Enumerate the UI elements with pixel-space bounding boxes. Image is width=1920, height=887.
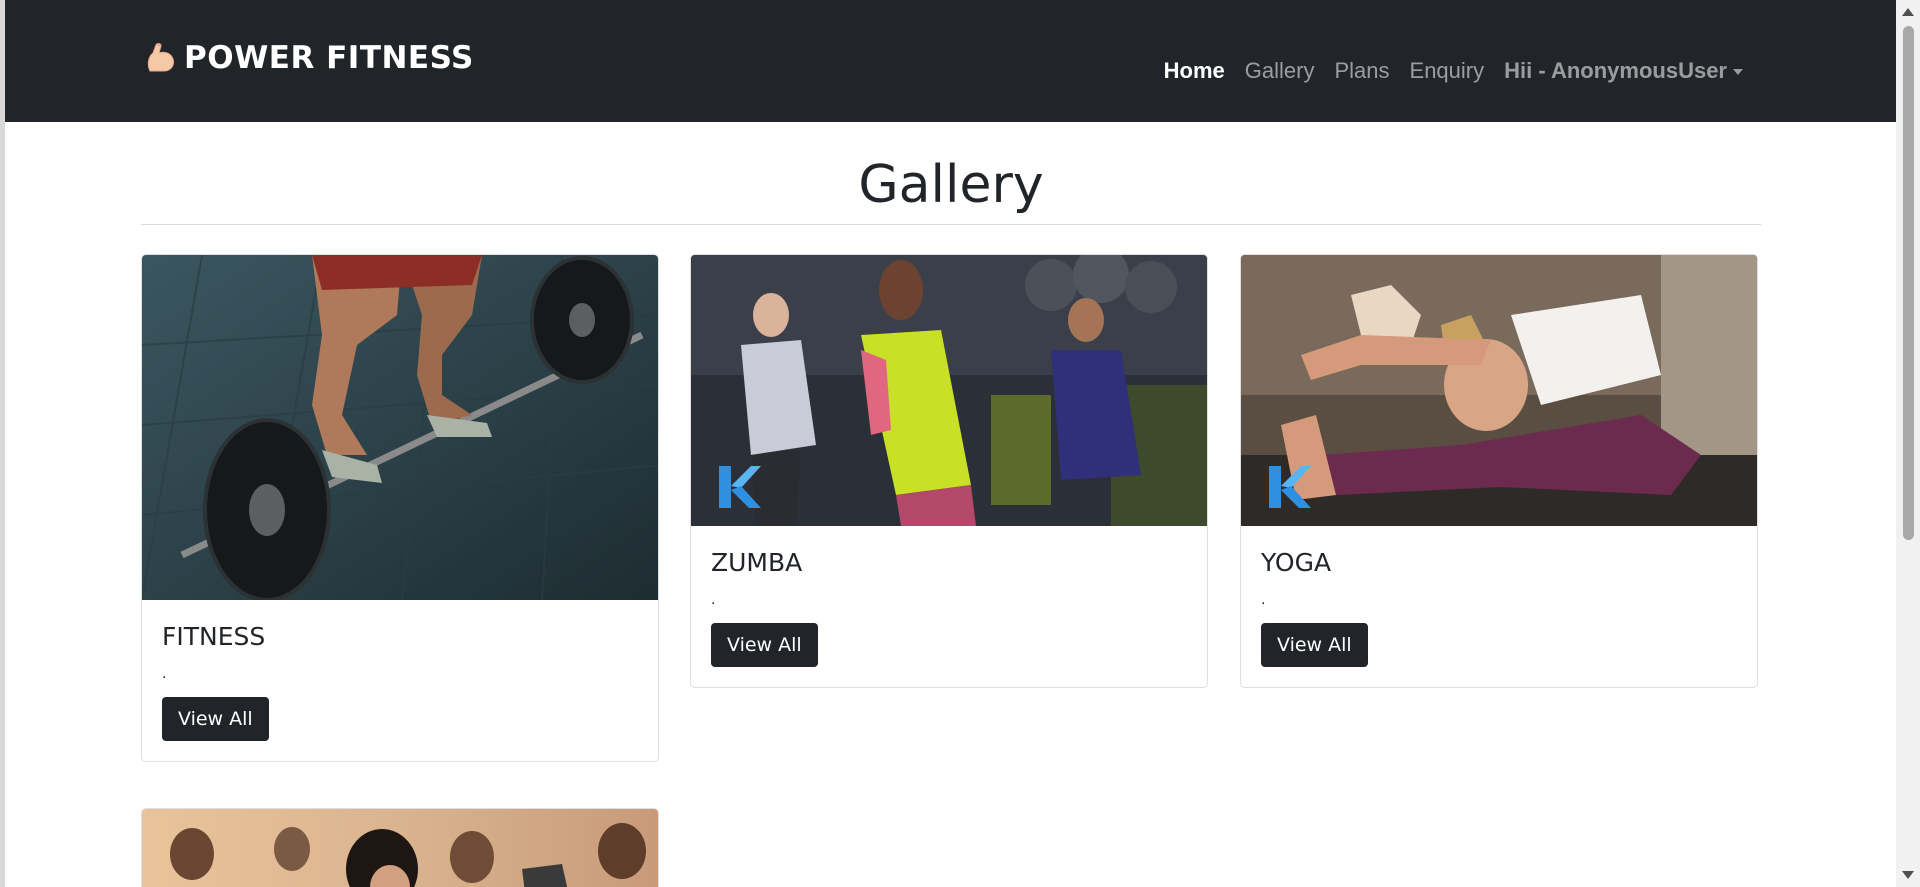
- vertical-scrollbar[interactable]: [1896, 0, 1920, 887]
- nav-link-enquiry[interactable]: Enquiry: [1400, 58, 1495, 84]
- k-watermark-icon: [1269, 466, 1311, 508]
- user-label: Hii - AnonymousUser: [1504, 58, 1727, 83]
- card-title: ZUMBA: [711, 548, 803, 577]
- caret-down-icon: [1733, 69, 1743, 75]
- scroll-down-arrow-icon[interactable]: [1902, 871, 1914, 879]
- nav-link-gallery[interactable]: Gallery: [1235, 58, 1325, 84]
- card-text: .: [162, 665, 167, 682]
- scrollbar-thumb[interactable]: [1903, 26, 1914, 540]
- view-all-button-zumba[interactable]: View All: [711, 623, 818, 667]
- top-navbar: POWER FITNESS Home Gallery Plans Enquiry…: [5, 0, 1896, 122]
- view-all-button-yoga[interactable]: View All: [1261, 623, 1368, 667]
- nav-link-home[interactable]: Home: [1154, 58, 1235, 84]
- barbell-photo: [142, 255, 658, 600]
- flexed-biceps-icon: [147, 43, 174, 72]
- gallery-card-yoga: YOGA . View All: [1240, 254, 1758, 688]
- card-title: YOGA: [1261, 548, 1332, 577]
- main-content: Gallery: [141, 122, 1761, 225]
- page-title: Gallery: [858, 155, 1044, 215]
- user-dropdown-toggle[interactable]: Hii - AnonymousUser: [1494, 58, 1753, 84]
- k-watermark-icon: [719, 466, 761, 508]
- card-title: FITNESS: [162, 622, 266, 651]
- window-edge: [0, 0, 5, 887]
- card-image-zumba: [691, 255, 1207, 526]
- card-text: .: [711, 591, 716, 608]
- group-class-photo: [142, 809, 658, 887]
- card-image-yoga: [1241, 255, 1757, 526]
- card-text: .: [1261, 591, 1266, 608]
- nav-link-plans[interactable]: Plans: [1324, 58, 1399, 84]
- card-image-fitness: [142, 255, 658, 600]
- yoga-photo: [1241, 255, 1757, 526]
- title-divider: [141, 224, 1761, 225]
- brand-name: POWER FITNESS: [184, 40, 474, 76]
- gallery-card-fitness: FITNESS . View All: [141, 254, 659, 762]
- nav-menu: Home Gallery Plans Enquiry Hii - Anonymo…: [1154, 58, 1753, 84]
- brand-logo[interactable]: POWER FITNESS: [144, 40, 474, 76]
- view-all-button-fitness[interactable]: View All: [162, 697, 269, 741]
- zumba-photo: [691, 255, 1207, 526]
- gallery-card-group-class: [141, 808, 659, 887]
- scroll-up-arrow-icon[interactable]: [1902, 8, 1914, 16]
- gallery-card-zumba: ZUMBA . View All: [690, 254, 1208, 688]
- card-image-group-class: [142, 809, 658, 887]
